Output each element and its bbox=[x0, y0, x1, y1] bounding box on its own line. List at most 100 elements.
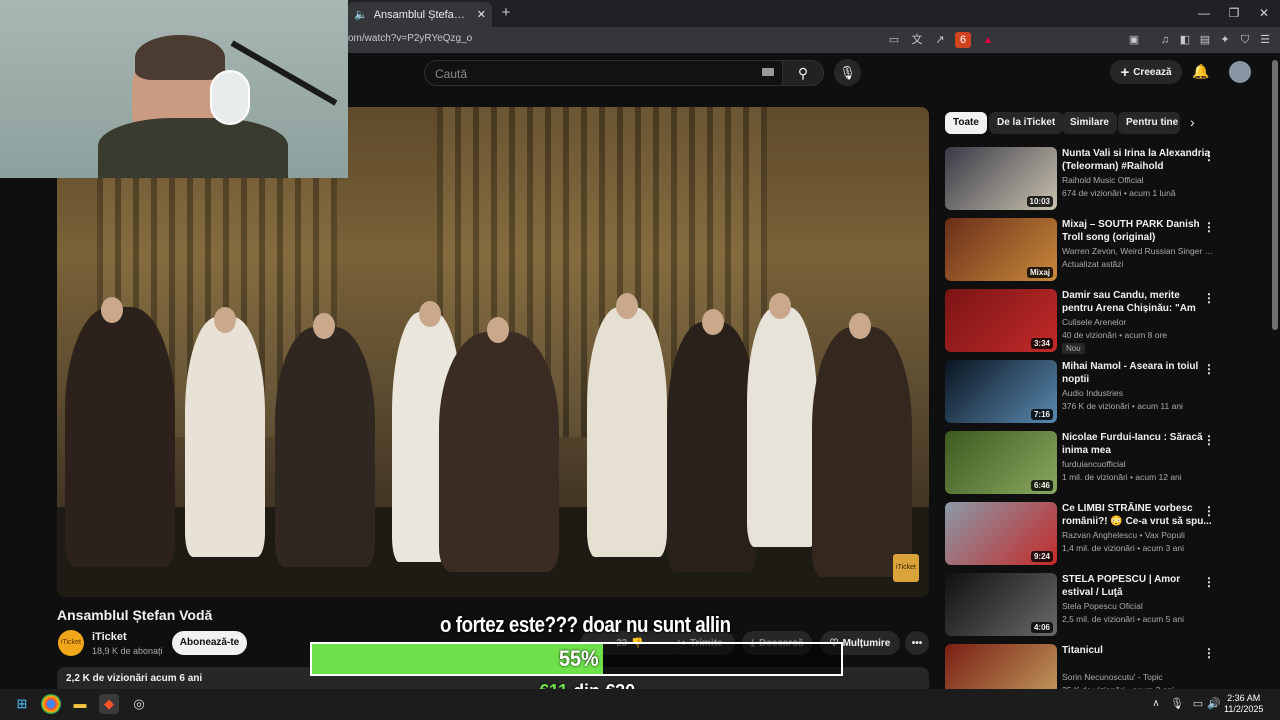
search-input[interactable]: Caută bbox=[424, 60, 787, 86]
recommendation-channel[interactable]: Audio Industries bbox=[1062, 388, 1214, 398]
obs-icon[interactable]: ◎ bbox=[129, 694, 149, 714]
voice-search-button[interactable]: 🎙 bbox=[834, 59, 861, 86]
more-vert-icon[interactable]: ⋮ bbox=[1203, 291, 1215, 305]
close-tab-icon[interactable]: ✕ bbox=[477, 8, 486, 21]
recommendation-title[interactable]: STELA POPESCU | Amor estival / Luţă bbox=[1062, 573, 1212, 599]
thanks-label: Mulțumire bbox=[842, 637, 891, 649]
more-vert-icon[interactable]: ⋮ bbox=[1203, 504, 1215, 518]
clock-date: 11/2/2025 bbox=[1224, 704, 1264, 714]
sidebar-scrollbar[interactable] bbox=[1272, 60, 1278, 330]
chrome-icon[interactable] bbox=[41, 694, 61, 714]
chevron-up-icon[interactable]: ∧ bbox=[1146, 694, 1166, 714]
recommendation-title[interactable]: Ce LIMBI STRĂINE vorbesc românii?! 😳 Ce-… bbox=[1062, 502, 1212, 528]
search-button[interactable]: ⚲ bbox=[782, 60, 824, 86]
vpn-icon[interactable]: ⛉ bbox=[1237, 32, 1253, 48]
more-vert-icon[interactable]: ⋮ bbox=[1203, 362, 1215, 376]
recommendation-thumbnail[interactable]: 6:46 bbox=[945, 431, 1057, 494]
browser-tab[interactable]: 🔈 Ansamblul Ștefan Vodă - YouTube ✕ bbox=[348, 2, 492, 27]
recommendation-thumbnail[interactable]: 7:16 bbox=[945, 360, 1057, 423]
recommendation-meta: 40 de vizionări • acum 8 ore bbox=[1062, 330, 1168, 340]
recommendation-item[interactable]: 7:16 Mihai Namol - Aseara in toiul noptii… bbox=[945, 360, 1270, 426]
chip-similare[interactable]: Similare bbox=[1062, 112, 1117, 134]
channel-avatar[interactable]: iTicket bbox=[58, 630, 84, 656]
user-avatar[interactable] bbox=[1229, 61, 1251, 83]
more-vert-icon[interactable]: ⋮ bbox=[1203, 646, 1215, 660]
brave-shields-icon[interactable]: 6 bbox=[955, 32, 971, 48]
donation-progress-bar: 55% bbox=[310, 642, 843, 676]
system-clock[interactable]: 2:36 AM 11/2/2025 bbox=[1224, 693, 1263, 715]
leo-ai-icon[interactable]: ✦ bbox=[1217, 32, 1233, 48]
recommendation-title[interactable]: Titanicul bbox=[1062, 644, 1212, 657]
views-line: 2,2 K de vizionări acum 6 ani bbox=[66, 673, 203, 684]
media-icon[interactable]: ♫ bbox=[1157, 32, 1173, 48]
menu-icon[interactable]: ☰ bbox=[1257, 32, 1273, 48]
recommendation-title[interactable]: Damir sau Candu, merite pentru Arena Chi… bbox=[1062, 289, 1212, 316]
translate-icon[interactable]: 文 bbox=[909, 32, 925, 48]
duration-badge: Mixaj bbox=[1026, 267, 1053, 278]
sidebar-toggle-icon[interactable]: ▣ bbox=[1126, 32, 1142, 48]
file-explorer-icon[interactable]: ▬ bbox=[70, 694, 90, 714]
volume-icon[interactable]: 🔊 bbox=[1204, 694, 1224, 714]
donation-progress-label: 55% bbox=[558, 646, 599, 671]
windows-start-icon[interactable]: ⊞ bbox=[12, 694, 32, 714]
more-vert-icon[interactable]: ⋮ bbox=[1203, 433, 1215, 447]
recommendation-channel[interactable]: Razvan Anghelescu • Vax Populi bbox=[1062, 530, 1214, 540]
recommendation-channel[interactable]: Raihold Music Official bbox=[1062, 175, 1214, 185]
more-vert-icon[interactable]: ⋮ bbox=[1203, 149, 1215, 163]
recommendation-item[interactable]: 4:06 STELA POPESCU | Amor estival / Luţă S… bbox=[945, 573, 1270, 639]
notifications-bell-icon[interactable]: 🔔 bbox=[1192, 63, 1209, 80]
windows-taskbar bbox=[0, 689, 1280, 720]
recommendation-item[interactable]: Mixaj Mixaj – SOUTH PARK Danish Troll son… bbox=[945, 218, 1270, 284]
channel-watermark[interactable]: iTicket bbox=[893, 554, 919, 582]
mic-tray-icon[interactable]: 🎙 bbox=[1167, 694, 1187, 714]
recommendation-title[interactable]: Nunta Vali si Irina la Alexandria (Teleo… bbox=[1062, 147, 1212, 173]
recommendation-meta: 376 K de vizionări • acum 11 ani bbox=[1062, 401, 1183, 411]
recommendation-meta: 674 de vizionări • acum 1 lună bbox=[1062, 188, 1176, 198]
recommendation-title[interactable]: Nicolae Furdui-Iancu : Săracă inima mea bbox=[1062, 431, 1212, 457]
recommendation-channel[interactable]: furduiancuofficial bbox=[1062, 459, 1214, 469]
recommendation-meta: 1 mil. de vizionări • acum 12 ani bbox=[1062, 472, 1182, 482]
recommendation-thumbnail[interactable]: Mixaj bbox=[945, 218, 1057, 281]
chip-toate[interactable]: Toate bbox=[945, 112, 987, 134]
recommendation-thumbnail[interactable]: 3:34 bbox=[945, 289, 1057, 352]
video-player[interactable]: iTicket bbox=[57, 107, 929, 597]
recommendation-meta: 1,4 mil. de vizionări • acum 3 ani bbox=[1062, 543, 1185, 553]
recommendation-title[interactable]: Mihai Namol - Aseara in toiul noptii bbox=[1062, 360, 1212, 386]
recommendation-channel[interactable]: Warren Zevon, Weird Russian Singer și m.… bbox=[1062, 246, 1214, 256]
minimize-button[interactable]: — bbox=[1193, 4, 1215, 22]
recommendation-channel[interactable]: Sorin Necunoscutu' - Topic bbox=[1062, 672, 1214, 682]
duration-badge: 3:34 bbox=[1030, 338, 1053, 349]
recommendation-item[interactable]: 3:34 Damir sau Candu, merite pentru Arena… bbox=[945, 289, 1270, 355]
recommendation-title[interactable]: Mixaj – SOUTH PARK Danish Troll song (or… bbox=[1062, 218, 1212, 244]
subscribe-button[interactable]: Abonează-te bbox=[172, 631, 247, 655]
recommendation-thumbnail[interactable]: 10:03 bbox=[945, 147, 1057, 210]
close-window-button[interactable]: ✕ bbox=[1253, 4, 1275, 22]
keyboard-icon[interactable] bbox=[762, 68, 774, 76]
speaker-icon[interactable]: 🔈 bbox=[354, 8, 368, 21]
recommendation-channel[interactable]: Stela Popescu Oficial bbox=[1062, 601, 1214, 611]
restore-button[interactable]: ❐ bbox=[1223, 4, 1245, 22]
share-icon[interactable]: ↗ bbox=[932, 32, 948, 48]
more-actions-button[interactable]: ••• bbox=[905, 631, 929, 655]
recommendation-meta: Actualizat astăzi bbox=[1062, 259, 1124, 269]
cast-icon[interactable]: ▭ bbox=[886, 32, 902, 48]
recommendation-item[interactable]: 10:03 Nunta Vali si Irina la Alexandria (… bbox=[945, 147, 1270, 213]
more-vert-icon[interactable]: ⋮ bbox=[1203, 575, 1215, 589]
brave-icon[interactable]: ◆ bbox=[99, 694, 119, 714]
recommendation-item[interactable]: 9:24 Ce LIMBI STRĂINE vorbesc românii?! 😳… bbox=[945, 502, 1270, 568]
chevron-right-icon[interactable]: › bbox=[1190, 114, 1195, 130]
recommendation-channel[interactable]: Culisele Arenelor bbox=[1062, 317, 1214, 327]
channel-name[interactable]: iTicket bbox=[92, 631, 127, 643]
url-field[interactable]: om/watch?v=P2yRYeQzg_o bbox=[348, 33, 472, 44]
new-tab-button[interactable]: + bbox=[498, 5, 514, 21]
recommendation-thumbnail[interactable]: 9:24 bbox=[945, 502, 1057, 565]
rewards-icon[interactable]: ▲ bbox=[980, 32, 996, 48]
chip-de-la-iticket[interactable]: De la iTicket bbox=[989, 112, 1064, 134]
create-button[interactable]: + Creează bbox=[1110, 60, 1182, 84]
recommendation-item[interactable]: 6:46 Nicolae Furdui-Iancu : Săracă inima … bbox=[945, 431, 1270, 497]
panel-icon[interactable]: ◧ bbox=[1177, 32, 1193, 48]
chip-pentru-tine[interactable]: Pentru tine bbox=[1118, 112, 1180, 134]
recommendation-thumbnail[interactable]: 4:06 bbox=[945, 573, 1057, 636]
more-vert-icon[interactable]: ⋮ bbox=[1203, 220, 1215, 234]
wallet-icon[interactable]: ▤ bbox=[1197, 32, 1213, 48]
